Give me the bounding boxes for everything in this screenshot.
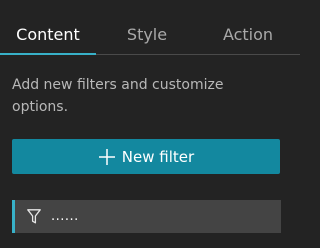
new-filter-button-label: New filter [121, 147, 195, 166]
filter-settings-panel: Content Style Action Add new filters and… [0, 0, 300, 248]
plus-icon [98, 148, 116, 166]
tab-content-label: Content [16, 25, 80, 44]
tab-bar: Content Style Action [0, 0, 300, 55]
tab-action[interactable]: Action [200, 0, 296, 54]
funnel-icon [27, 209, 41, 224]
active-tab-indicator [0, 53, 96, 55]
tab-style[interactable]: Style [100, 0, 194, 54]
tab-content[interactable]: Content [0, 0, 96, 55]
panel-description: Add new filters and customize options. [12, 77, 224, 115]
filter-label: ...... [51, 209, 79, 224]
tab-style-label: Style [126, 25, 168, 44]
new-filter-button[interactable]: New filter [12, 139, 280, 174]
tab-action-label: Action [222, 25, 274, 44]
filter-list-item[interactable]: ...... [12, 200, 281, 233]
